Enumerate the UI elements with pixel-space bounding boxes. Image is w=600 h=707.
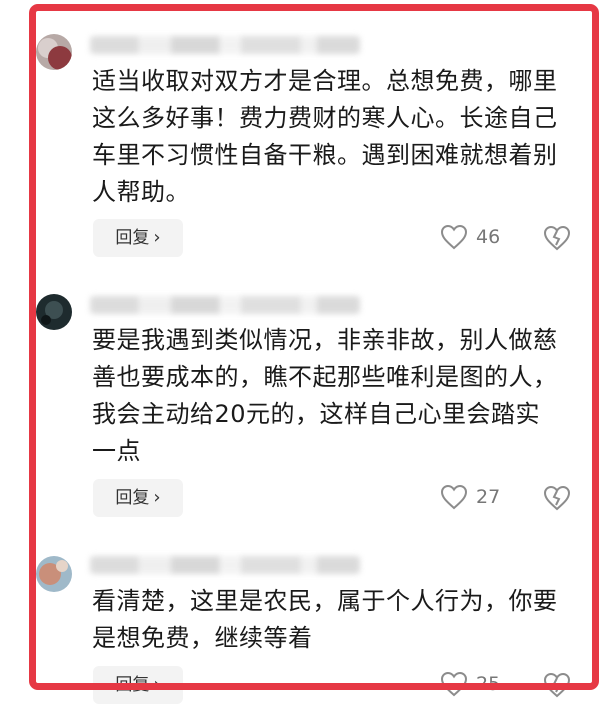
- like-button[interactable]: 25: [440, 671, 500, 697]
- comment-text: 看清楚，这里是农民，属于个人行为，你要是想免费，继续等着: [92, 587, 558, 652]
- reply-label: 回复: [115, 675, 150, 695]
- reply-button[interactable]: 回复 ›: [93, 219, 183, 257]
- username-blurred: [90, 296, 360, 314]
- reply-label: 回复: [115, 488, 150, 508]
- broken-heart-icon: [543, 485, 571, 511]
- avatar[interactable]: [36, 556, 72, 592]
- heart-icon: [440, 224, 468, 250]
- like-count: 46: [476, 226, 501, 248]
- dislike-button[interactable]: [543, 225, 571, 251]
- comment-text: 适当收取对双方才是合理。总想免费，哪里这么多好事！费力费财的寒人心。长途自己车里…: [92, 67, 558, 206]
- heart-icon: [440, 671, 468, 697]
- dislike-button[interactable]: [543, 485, 571, 511]
- reply-button[interactable]: 回复 ›: [93, 479, 183, 517]
- broken-heart-icon: [543, 672, 571, 698]
- chevron-right-icon: ›: [153, 227, 161, 248]
- username-blurred: [90, 556, 360, 574]
- avatar[interactable]: [36, 294, 72, 330]
- avatar[interactable]: [36, 34, 72, 70]
- broken-heart-icon: [543, 225, 571, 251]
- comment-text: 要是我遇到类似情况，非亲非故，别人做慈善也要成本的，瞧不起那些唯利是图的人，我会…: [92, 326, 558, 465]
- like-button[interactable]: 46: [440, 224, 500, 250]
- chevron-right-icon: ›: [153, 487, 161, 508]
- dislike-button[interactable]: [543, 672, 571, 698]
- like-count: 27: [476, 486, 501, 508]
- reply-button[interactable]: 回复 ›: [93, 666, 183, 704]
- reply-label: 回复: [115, 228, 150, 248]
- like-button[interactable]: 27: [440, 484, 500, 510]
- heart-icon: [440, 484, 468, 510]
- chevron-right-icon: ›: [153, 674, 161, 695]
- like-count: 25: [476, 673, 501, 695]
- username-blurred: [90, 36, 360, 54]
